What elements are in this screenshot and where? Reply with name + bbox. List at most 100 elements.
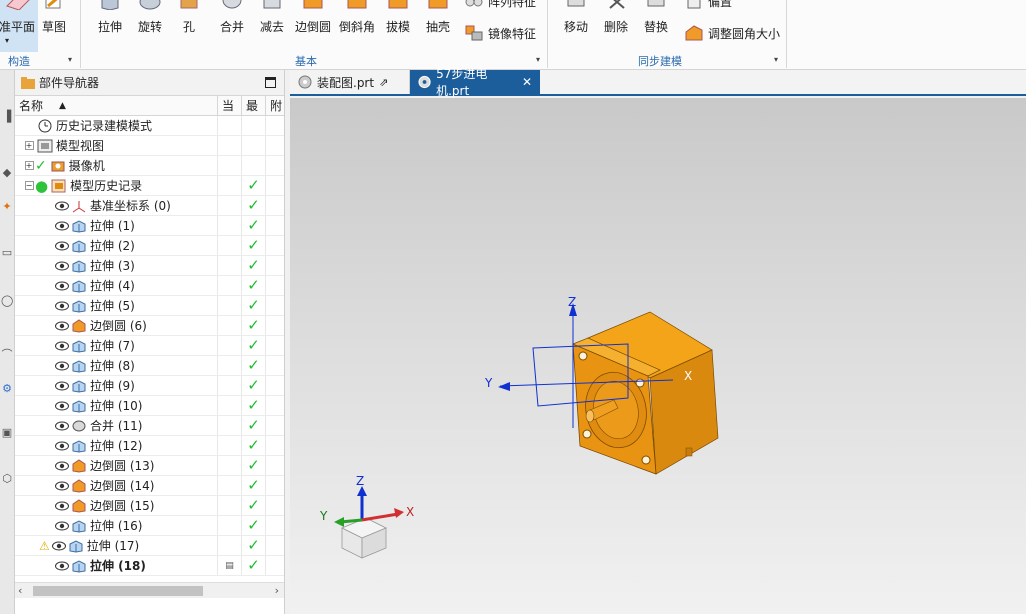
tab-stepper-motor-prt[interactable]: 57步进电机.prt ✕ (410, 67, 540, 98)
visibility-eye-icon[interactable] (55, 381, 69, 391)
up-to-date-check-icon: ✓ (247, 556, 260, 574)
extrude-button[interactable]: 拉伸 (90, 0, 130, 50)
offset-face-button[interactable]: 偏置 (684, 0, 732, 12)
sync-group-dropdown-icon[interactable]: ▾ (774, 55, 778, 64)
column-current[interactable]: 当 (218, 96, 242, 115)
visibility-eye-icon[interactable] (55, 481, 69, 491)
tree-row[interactable]: 拉伸 (9) ✓ (15, 376, 284, 396)
collapse-icon[interactable]: − (24, 181, 34, 190)
subtract-button[interactable]: 减去 (252, 0, 292, 50)
scroll-left-icon[interactable]: ‹ (18, 584, 22, 597)
tree-row[interactable]: 边倒圆 (14) ✓ (15, 476, 284, 496)
visibility-eye-icon[interactable] (55, 461, 69, 471)
move-face-button[interactable]: 移动 (556, 0, 596, 50)
tree-row[interactable]: 边倒圆 (13) ✓ (15, 456, 284, 476)
resize-blend-button[interactable]: 调整圆角大小 (684, 22, 780, 44)
attached-cell (266, 256, 284, 275)
tree-row[interactable]: + 模型视图 (15, 136, 284, 156)
construct-group-label: 构造 (8, 55, 30, 68)
visibility-eye-icon[interactable] (55, 521, 69, 531)
mirror-feature-button[interactable]: 镜像特征 (464, 22, 536, 44)
sketch-button[interactable]: 草图 (34, 0, 74, 50)
visibility-eye-icon[interactable] (51, 541, 66, 551)
visibility-eye-icon[interactable] (55, 401, 69, 411)
scrollbar-thumb[interactable] (33, 586, 203, 596)
visibility-eye-icon[interactable] (55, 201, 69, 211)
process-studio-tab-icon[interactable]: ⚙ (1, 382, 13, 396)
tree-row[interactable]: 拉伸 (16) ✓ (15, 516, 284, 536)
current-cell (218, 316, 242, 335)
latest-cell: ✓ (242, 496, 266, 515)
visibility-eye-icon[interactable] (55, 321, 69, 331)
visibility-eye-icon[interactable] (55, 561, 69, 571)
attached-cell (266, 336, 284, 355)
visibility-eye-icon[interactable] (55, 221, 69, 231)
column-latest[interactable]: 最 (242, 96, 266, 115)
close-tab-icon[interactable]: ✕ (522, 75, 532, 89)
system-materials-tab-icon[interactable]: ⬡ (1, 472, 13, 486)
visibility-eye-icon[interactable] (55, 361, 69, 371)
visibility-eye-icon[interactable] (55, 301, 69, 311)
tree-row[interactable]: 基准坐标系 (0) ✓ (15, 196, 284, 216)
pattern-feature-button[interactable]: 阵列特征 (464, 0, 536, 12)
visibility-eye-icon[interactable] (55, 261, 69, 271)
tree-row[interactable]: 历史记录建模模式 (15, 116, 284, 136)
basic-group-dropdown-icon[interactable]: ▾ (536, 55, 540, 64)
hole-button[interactable]: 孔 (169, 0, 209, 50)
construct-group-dropdown-icon[interactable]: ▾ (68, 55, 72, 64)
column-attached[interactable]: 附 (266, 96, 284, 115)
visibility-eye-icon[interactable] (55, 501, 69, 511)
assembly-navigator-tab-icon[interactable]: ◆ (1, 166, 13, 180)
tree-row[interactable]: 拉伸 (8) ✓ (15, 356, 284, 376)
web-browser-tab-icon[interactable]: ◯ (1, 294, 13, 308)
maximize-icon[interactable] (265, 77, 276, 88)
tree-row[interactable]: 拉伸 (3) ✓ (15, 256, 284, 276)
expand-icon[interactable]: + (24, 141, 34, 150)
tree-row[interactable]: 拉伸 (5) ✓ (15, 296, 284, 316)
column-name[interactable]: 名称 ▲ (15, 96, 218, 115)
tree-row[interactable]: 拉伸 (2) ✓ (15, 236, 284, 256)
revolve-icon (139, 0, 161, 10)
tree-row[interactable]: 边倒圆 (6) ✓ (15, 316, 284, 336)
visibility-eye-icon[interactable] (55, 281, 69, 291)
unite-button[interactable]: 合并 (212, 0, 252, 50)
expand-icon[interactable]: + (24, 161, 34, 170)
roles-tab-icon[interactable]: ▣ (1, 426, 13, 440)
horizontal-scrollbar[interactable]: ‹ › (15, 582, 284, 598)
tree-row[interactable]: + ✓ 摄像机 (15, 156, 284, 176)
edge-blend-button[interactable]: 边倒圆 (293, 0, 333, 50)
tree-row[interactable]: ⚠ 拉伸 (17) ✓ (15, 536, 284, 556)
shell-button[interactable]: 抽壳 (418, 0, 458, 50)
graphics-window[interactable]: Z Y X Z Y X (290, 98, 1026, 614)
scroll-right-icon[interactable]: › (275, 584, 279, 597)
replace-face-button[interactable]: 替换 (636, 0, 676, 50)
part-navigator-tab-icon[interactable]: ▐ (1, 110, 13, 124)
tree-row[interactable]: 拉伸 (12) ✓ (15, 436, 284, 456)
tree-row[interactable]: 拉伸 (10) ✓ (15, 396, 284, 416)
datum-plane-dropdown-icon[interactable]: ▾ (5, 36, 9, 45)
tree-row[interactable]: 边倒圆 (15) ✓ (15, 496, 284, 516)
tree-row[interactable]: 拉伸 (18) ▤ ✓ (15, 556, 284, 576)
chamfer-button[interactable]: 倒斜角 (337, 0, 377, 50)
tree-row[interactable]: 拉伸 (7) ✓ (15, 336, 284, 356)
visibility-eye-icon[interactable] (55, 241, 69, 251)
constraint-navigator-tab-icon[interactable]: ✦ (1, 200, 13, 214)
tree-row[interactable]: − ● 模型历史记录 ✓ (15, 176, 284, 196)
datum-plane-icon (6, 0, 30, 10)
document-tab-bar: 装配图.prt ⇗ 57步进电机.prt ✕ (290, 67, 1026, 98)
visibility-eye-icon[interactable] (55, 441, 69, 451)
reuse-library-tab-icon[interactable]: ▭ (1, 246, 13, 260)
tree-row[interactable]: 拉伸 (1) ✓ (15, 216, 284, 236)
visibility-eye-icon[interactable] (55, 421, 69, 431)
view-triad[interactable] (334, 486, 404, 559)
history-tab-icon[interactable]: ⌒ (1, 346, 13, 361)
tab-assembly-prt[interactable]: 装配图.prt ⇗ (290, 70, 410, 94)
visibility-eye-icon[interactable] (55, 341, 69, 351)
revolve-button[interactable]: 旋转 (130, 0, 170, 50)
mirror-feature-icon (465, 25, 483, 41)
draft-button[interactable]: 拔模 (378, 0, 418, 50)
stepper-motor-model[interactable] (572, 311, 719, 475)
tree-row[interactable]: 合并 (11) ✓ (15, 416, 284, 436)
tree-row[interactable]: 拉伸 (4) ✓ (15, 276, 284, 296)
delete-face-button[interactable]: 删除 (596, 0, 636, 50)
